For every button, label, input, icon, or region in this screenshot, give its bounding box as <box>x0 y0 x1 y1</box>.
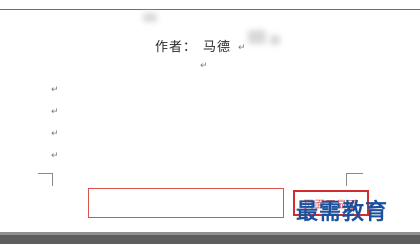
crop-mark-right <box>346 173 363 186</box>
paragraph-mark-icon: ↵ <box>200 61 208 71</box>
watermark-logo: 最需教育 <box>296 199 389 225</box>
highlight-box <box>88 188 284 218</box>
status-bar-edge <box>0 232 420 235</box>
paragraph-mark-icon: ↵ <box>51 107 59 117</box>
blurred-text <box>248 30 266 44</box>
crop-mark-left <box>38 173 53 186</box>
bottom-status-bar <box>0 232 420 244</box>
author-name: 马德 <box>203 39 232 55</box>
paragraph-mark-icon: ↵ <box>51 85 59 95</box>
blurred-text <box>143 13 157 22</box>
paragraph-mark-icon: ↵ <box>51 129 59 139</box>
author-label: 作者： <box>155 39 198 55</box>
paragraph-mark-icon: ↵ <box>238 43 247 53</box>
paragraph-mark-icon: ↵ <box>51 151 59 161</box>
blurred-text <box>270 35 280 45</box>
author-line[interactable]: 作者： 马德 ↵ <box>155 36 247 55</box>
